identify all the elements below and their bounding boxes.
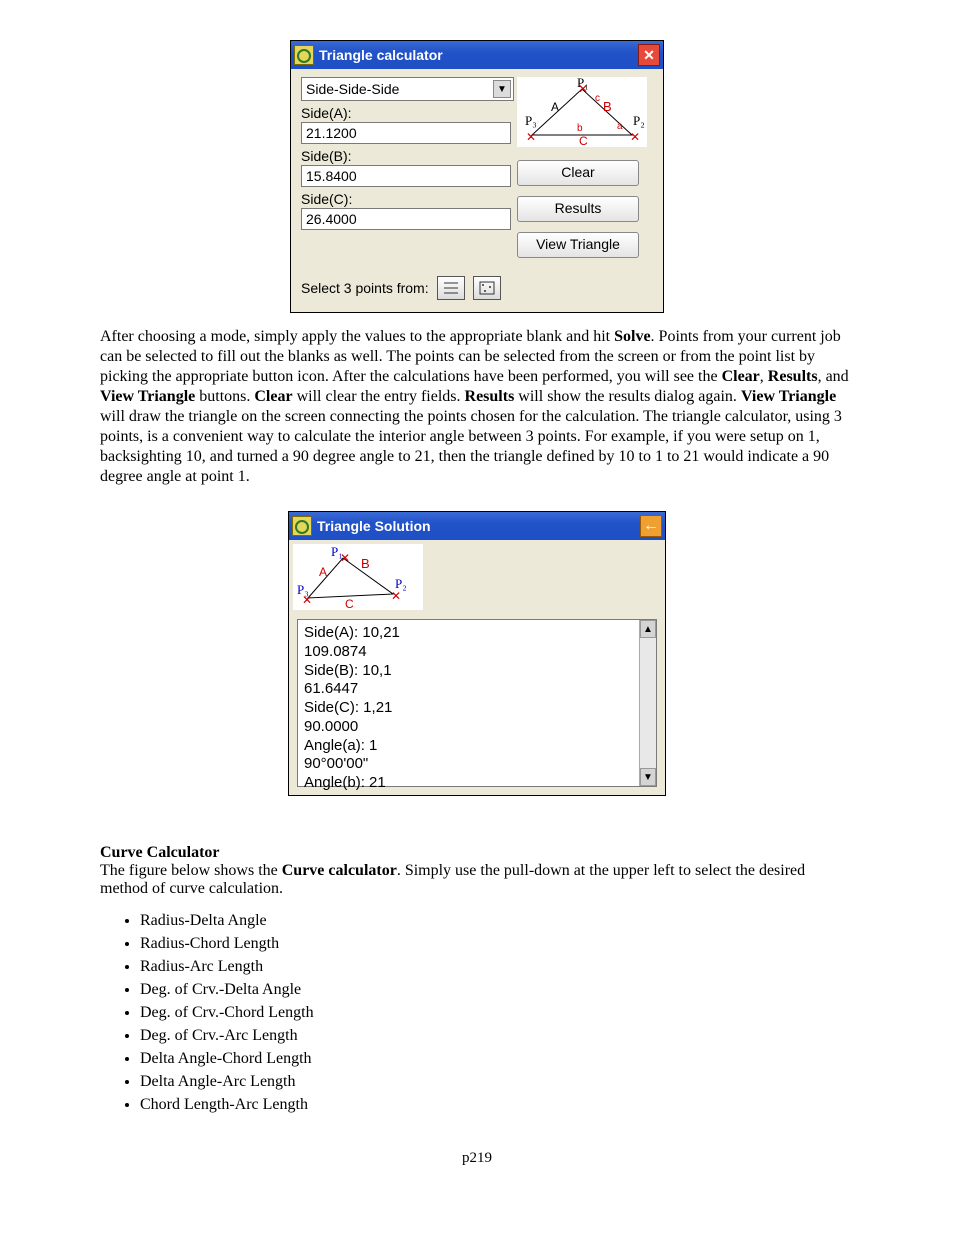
view-triangle-button[interactable]: View Triangle xyxy=(517,232,639,258)
svg-text:A: A xyxy=(551,100,559,114)
curve-calculator-heading: Curve Calculator xyxy=(100,844,854,862)
scroll-down-icon[interactable]: ▼ xyxy=(640,768,656,786)
curve-calculator-lead: The figure below shows the Curve calcula… xyxy=(100,862,854,898)
svg-text:b: b xyxy=(577,123,583,134)
results-text: Side(A): 10,21 109.0874 Side(B): 10,1 61… xyxy=(298,620,639,786)
svg-text:A: A xyxy=(319,565,327,579)
results-listbox: Side(A): 10,21 109.0874 Side(B): 10,1 61… xyxy=(297,619,657,787)
titlebar: Triangle Solution ← xyxy=(289,512,665,540)
svg-text:a: a xyxy=(617,121,623,132)
app-icon xyxy=(292,516,312,536)
triangle-calculator-dialog: Triangle calculator ✕ Side-Side-Side ▼ S… xyxy=(290,40,664,313)
svg-text:✕: ✕ xyxy=(630,130,640,144)
sideA-label: Side(A): xyxy=(301,105,511,121)
triangle-diagram: P₃ P₁ P₂ A B C c b a ✕ ✕ ✕ xyxy=(517,77,647,147)
clear-button[interactable]: Clear xyxy=(517,160,639,186)
point-list-button[interactable] xyxy=(437,276,465,300)
triangle-diagram: P₁ P₂ P₃ A B C ✕ ✕ ✕ xyxy=(293,544,423,610)
dialog-title: Triangle Solution xyxy=(317,518,640,534)
list-item: Chord Length-Arc Length xyxy=(140,1096,854,1114)
close-icon[interactable]: ✕ xyxy=(638,44,660,66)
sideB-label: Side(B): xyxy=(301,148,511,164)
svg-text:B: B xyxy=(361,556,370,571)
svg-text:C: C xyxy=(579,134,588,147)
sideC-label: Side(C): xyxy=(301,191,511,207)
page-number: p219 xyxy=(100,1150,854,1167)
svg-text:C: C xyxy=(345,597,354,610)
select-points-label: Select 3 points from: xyxy=(301,280,429,296)
dialog-title: Triangle calculator xyxy=(319,47,638,63)
svg-text:B: B xyxy=(603,99,612,114)
list-item: Radius-Delta Angle xyxy=(140,912,854,930)
curve-method-list: Radius-Delta Angle Radius-Chord Length R… xyxy=(100,912,854,1114)
list-item: Deg. of Crv.-Arc Length xyxy=(140,1027,854,1045)
svg-text:✕: ✕ xyxy=(391,589,401,603)
point-screen-button[interactable] xyxy=(473,276,501,300)
titlebar: Triangle calculator ✕ xyxy=(291,41,663,69)
svg-text:P₂: P₂ xyxy=(633,113,645,128)
list-item: Radius-Chord Length xyxy=(140,935,854,953)
svg-text:✕: ✕ xyxy=(302,593,312,607)
chevron-down-icon[interactable]: ▼ xyxy=(493,80,511,98)
svg-text:✕: ✕ xyxy=(578,82,588,96)
svg-text:✕: ✕ xyxy=(340,551,350,565)
mode-value: Side-Side-Side xyxy=(306,81,493,97)
back-icon[interactable]: ← xyxy=(640,515,662,537)
svg-text:P₃: P₃ xyxy=(525,113,537,128)
list-item: Delta Angle-Arc Length xyxy=(140,1073,854,1091)
scroll-up-icon[interactable]: ▲ xyxy=(640,620,656,638)
sideB-input[interactable]: 15.8400 xyxy=(301,165,511,187)
svg-text:c: c xyxy=(595,93,600,104)
list-item: Radius-Arc Length xyxy=(140,958,854,976)
app-icon xyxy=(294,45,314,65)
svg-text:✕: ✕ xyxy=(526,130,536,144)
scrollbar[interactable]: ▲ ▼ xyxy=(639,620,656,786)
results-button[interactable]: Results xyxy=(517,196,639,222)
list-item: Deg. of Crv.-Delta Angle xyxy=(140,981,854,999)
mode-dropdown[interactable]: Side-Side-Side ▼ xyxy=(301,77,514,101)
sideA-input[interactable]: 21.1200 xyxy=(301,122,511,144)
triangle-solution-dialog: Triangle Solution ← P₁ P₂ P₃ A B C ✕ ✕ ✕… xyxy=(288,511,666,796)
explanation-paragraph: After choosing a mode, simply apply the … xyxy=(100,327,854,487)
list-item: Delta Angle-Chord Length xyxy=(140,1050,854,1068)
list-item: Deg. of Crv.-Chord Length xyxy=(140,1004,854,1022)
sideC-input[interactable]: 26.4000 xyxy=(301,208,511,230)
